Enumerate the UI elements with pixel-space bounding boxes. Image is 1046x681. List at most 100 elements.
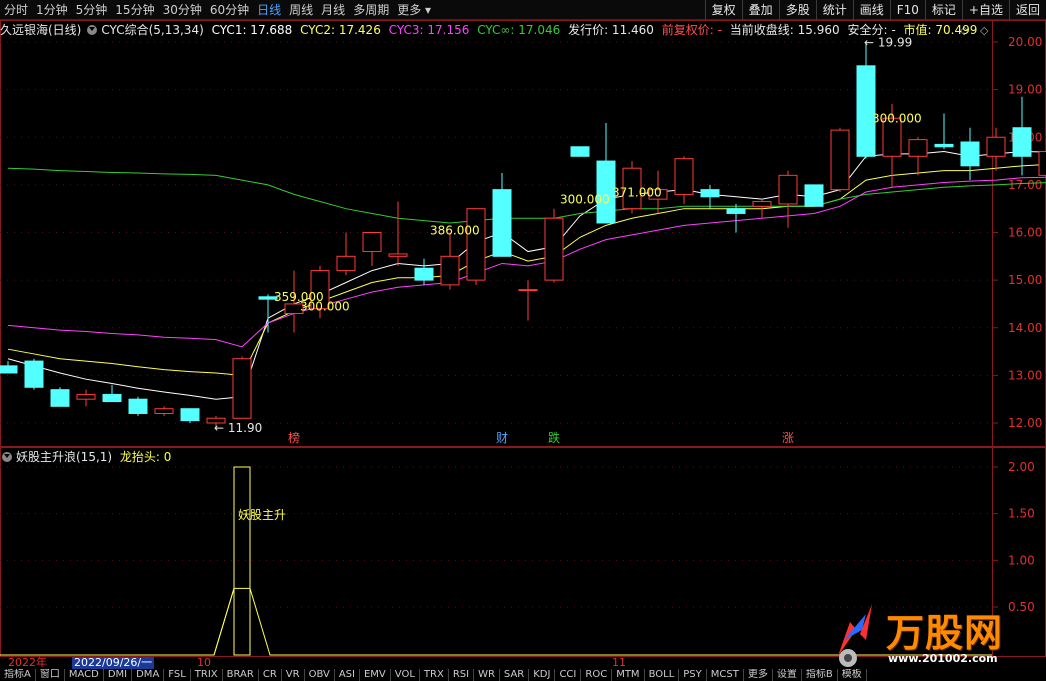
- tool-button-7[interactable]: +自选: [961, 0, 1009, 20]
- bottom-tab-17[interactable]: SAR: [500, 669, 530, 681]
- bottom-tab-3[interactable]: DMI: [104, 669, 133, 681]
- candle-body-30: [778, 174, 798, 205]
- y-tick-label-3: 17.00: [1008, 178, 1042, 192]
- candle-body-26: [674, 158, 694, 195]
- safety-score: 安全分: -: [847, 23, 896, 37]
- bottom-tab-18[interactable]: KDJ: [529, 669, 556, 681]
- period-tab-3[interactable]: 15分钟: [111, 0, 158, 20]
- bottom-tab-16[interactable]: WR: [474, 669, 500, 681]
- period-tab-8[interactable]: 月线: [317, 0, 349, 20]
- year-label: 2022年: [8, 656, 47, 669]
- candle-body-37: [960, 141, 980, 167]
- candle-body-21: [544, 217, 564, 281]
- bottom-tab-11[interactable]: ASI: [335, 669, 360, 681]
- candle-body-5: [128, 398, 148, 414]
- candle-body-20: [518, 289, 538, 292]
- bottom-tab-10[interactable]: OBV: [305, 669, 335, 681]
- bottom-tab-7[interactable]: BRAR: [223, 669, 259, 681]
- candle-body-40: [1038, 151, 1046, 176]
- period-tab-6[interactable]: 日线: [253, 0, 285, 20]
- annotation-label-6: 371.000: [612, 185, 662, 199]
- tool-button-6[interactable]: 标记: [924, 0, 962, 20]
- sub-indicator-header: 妖股主升浪(15,1) 龙抬头: 0: [0, 448, 175, 466]
- period-tab-7[interactable]: 周线: [285, 0, 317, 20]
- period-tab-1[interactable]: 1分钟: [32, 0, 72, 20]
- annotation-label-3: 300.000: [300, 300, 350, 314]
- spike-bar: [233, 466, 251, 656]
- watermark-url: www.201002.com: [888, 652, 998, 665]
- sub-indicator-name[interactable]: 妖股主升浪(15,1): [16, 450, 112, 464]
- bottom-tab-4[interactable]: DMA: [132, 669, 165, 681]
- sub-tick-label-0: 2.00: [1008, 460, 1035, 474]
- candle-body-7: [180, 408, 200, 422]
- bottom-tab-21[interactable]: MTM: [612, 669, 645, 681]
- candle-body-6: [154, 408, 174, 414]
- candle-body-15: [388, 253, 408, 257]
- bottom-tab-8[interactable]: CR: [259, 669, 282, 681]
- month-10-label: 10: [197, 656, 211, 669]
- top-toolbar: 分时 1分钟 5分钟 15分钟 30分钟 60分钟 日线 周线 月线 多周期 更多 ▾ 复权 叠加 多股…: [0, 0, 1046, 20]
- annotation-label-7: 300.000: [872, 112, 922, 126]
- candle-body-35: [908, 139, 928, 157]
- bottom-tab-0[interactable]: 指标A: [0, 669, 36, 681]
- period-tab-4[interactable]: 30分钟: [159, 0, 206, 20]
- bottom-tab-24[interactable]: MCST: [707, 669, 744, 681]
- bottom-tab-14[interactable]: TRX: [420, 669, 449, 681]
- tool-button-3[interactable]: 统计: [815, 0, 853, 20]
- period-tab-2[interactable]: 5分钟: [72, 0, 112, 20]
- candle-body-3: [76, 393, 96, 400]
- candle-body-36: [934, 143, 954, 148]
- bottom-tab-22[interactable]: BOLL: [645, 669, 680, 681]
- event-marker-0: 榜: [288, 430, 300, 445]
- bottom-tab-23[interactable]: PSY: [679, 669, 707, 681]
- period-tab-5[interactable]: 60分钟: [206, 0, 253, 20]
- candle-body-28: [726, 208, 746, 214]
- tool-button-8[interactable]: 返回: [1008, 0, 1046, 20]
- bottom-tab-13[interactable]: VOL: [391, 669, 420, 681]
- candle-body-18: [466, 208, 486, 281]
- bottom-tab-28[interactable]: 模板: [838, 669, 867, 681]
- bottom-tab-9[interactable]: VR: [282, 669, 305, 681]
- dropdown-icon[interactable]: [2, 452, 12, 462]
- tool-button-4[interactable]: 画线: [852, 0, 890, 20]
- bottom-tab-12[interactable]: EMV: [360, 669, 391, 681]
- candle-body-0: [0, 365, 18, 374]
- sub-tick-label-2: 1.00: [1008, 553, 1035, 567]
- pre-adjust-price: 前复权价: -: [661, 23, 722, 37]
- series-line-2: [7, 176, 1046, 348]
- candle-body-38: [986, 136, 1006, 157]
- candle-body-19: [492, 189, 512, 257]
- tool-button-5[interactable]: F10: [889, 0, 925, 20]
- issue-price: 发行价: 11.460: [568, 23, 654, 37]
- bottom-tab-19[interactable]: CCI: [555, 669, 582, 681]
- period-tab-9[interactable]: 多周期: [349, 0, 393, 20]
- candle-body-9: [232, 358, 252, 419]
- dropdown-icon[interactable]: [87, 25, 98, 35]
- bottom-tab-1[interactable]: 窗口: [36, 669, 65, 681]
- tool-button-2[interactable]: 多股: [778, 0, 816, 20]
- tool-button-1[interactable]: 叠加: [741, 0, 779, 20]
- indicator-name[interactable]: CYC综合(5,13,34): [101, 23, 203, 37]
- y-tick-label-8: 12.00: [1008, 416, 1042, 430]
- event-marker-1: 财: [496, 431, 508, 445]
- sub-fan-line-1: [213, 588, 235, 656]
- y-tick-label-0: 20.00: [1008, 35, 1042, 49]
- close-line: 当前收盘线: 15.960: [729, 23, 840, 37]
- bottom-tab-15[interactable]: RSI: [449, 669, 475, 681]
- period-tabs: 分时 1分钟 5分钟 15分钟 30分钟 60分钟 日线 周线 月线 多周期 更多 ▾: [0, 0, 435, 20]
- bottom-tab-6[interactable]: TRIX: [191, 669, 223, 681]
- period-tab-10[interactable]: 更多 ▾: [393, 0, 435, 20]
- bottom-tab-25[interactable]: 更多: [744, 669, 773, 681]
- bottom-tab-20[interactable]: ROC: [581, 669, 613, 681]
- main-frame: [0, 20, 1046, 447]
- bottom-tab-5[interactable]: FSL: [164, 669, 191, 681]
- bull-logo-icon: [838, 604, 872, 667]
- event-marker-3: 涨: [782, 430, 794, 445]
- main-kline-chart[interactable]: 20.0019.0018.0017.0016.0015.0014.0013.00…: [0, 20, 1046, 447]
- period-tab-0[interactable]: 分时: [0, 0, 32, 20]
- bottom-tab-2[interactable]: MACD: [65, 669, 104, 681]
- bottom-tab-26[interactable]: 设置: [773, 669, 802, 681]
- sub-tick-label-1: 1.50: [1008, 507, 1035, 521]
- tool-button-0[interactable]: 复权: [704, 0, 742, 20]
- bottom-tab-27[interactable]: 指标B: [802, 669, 838, 681]
